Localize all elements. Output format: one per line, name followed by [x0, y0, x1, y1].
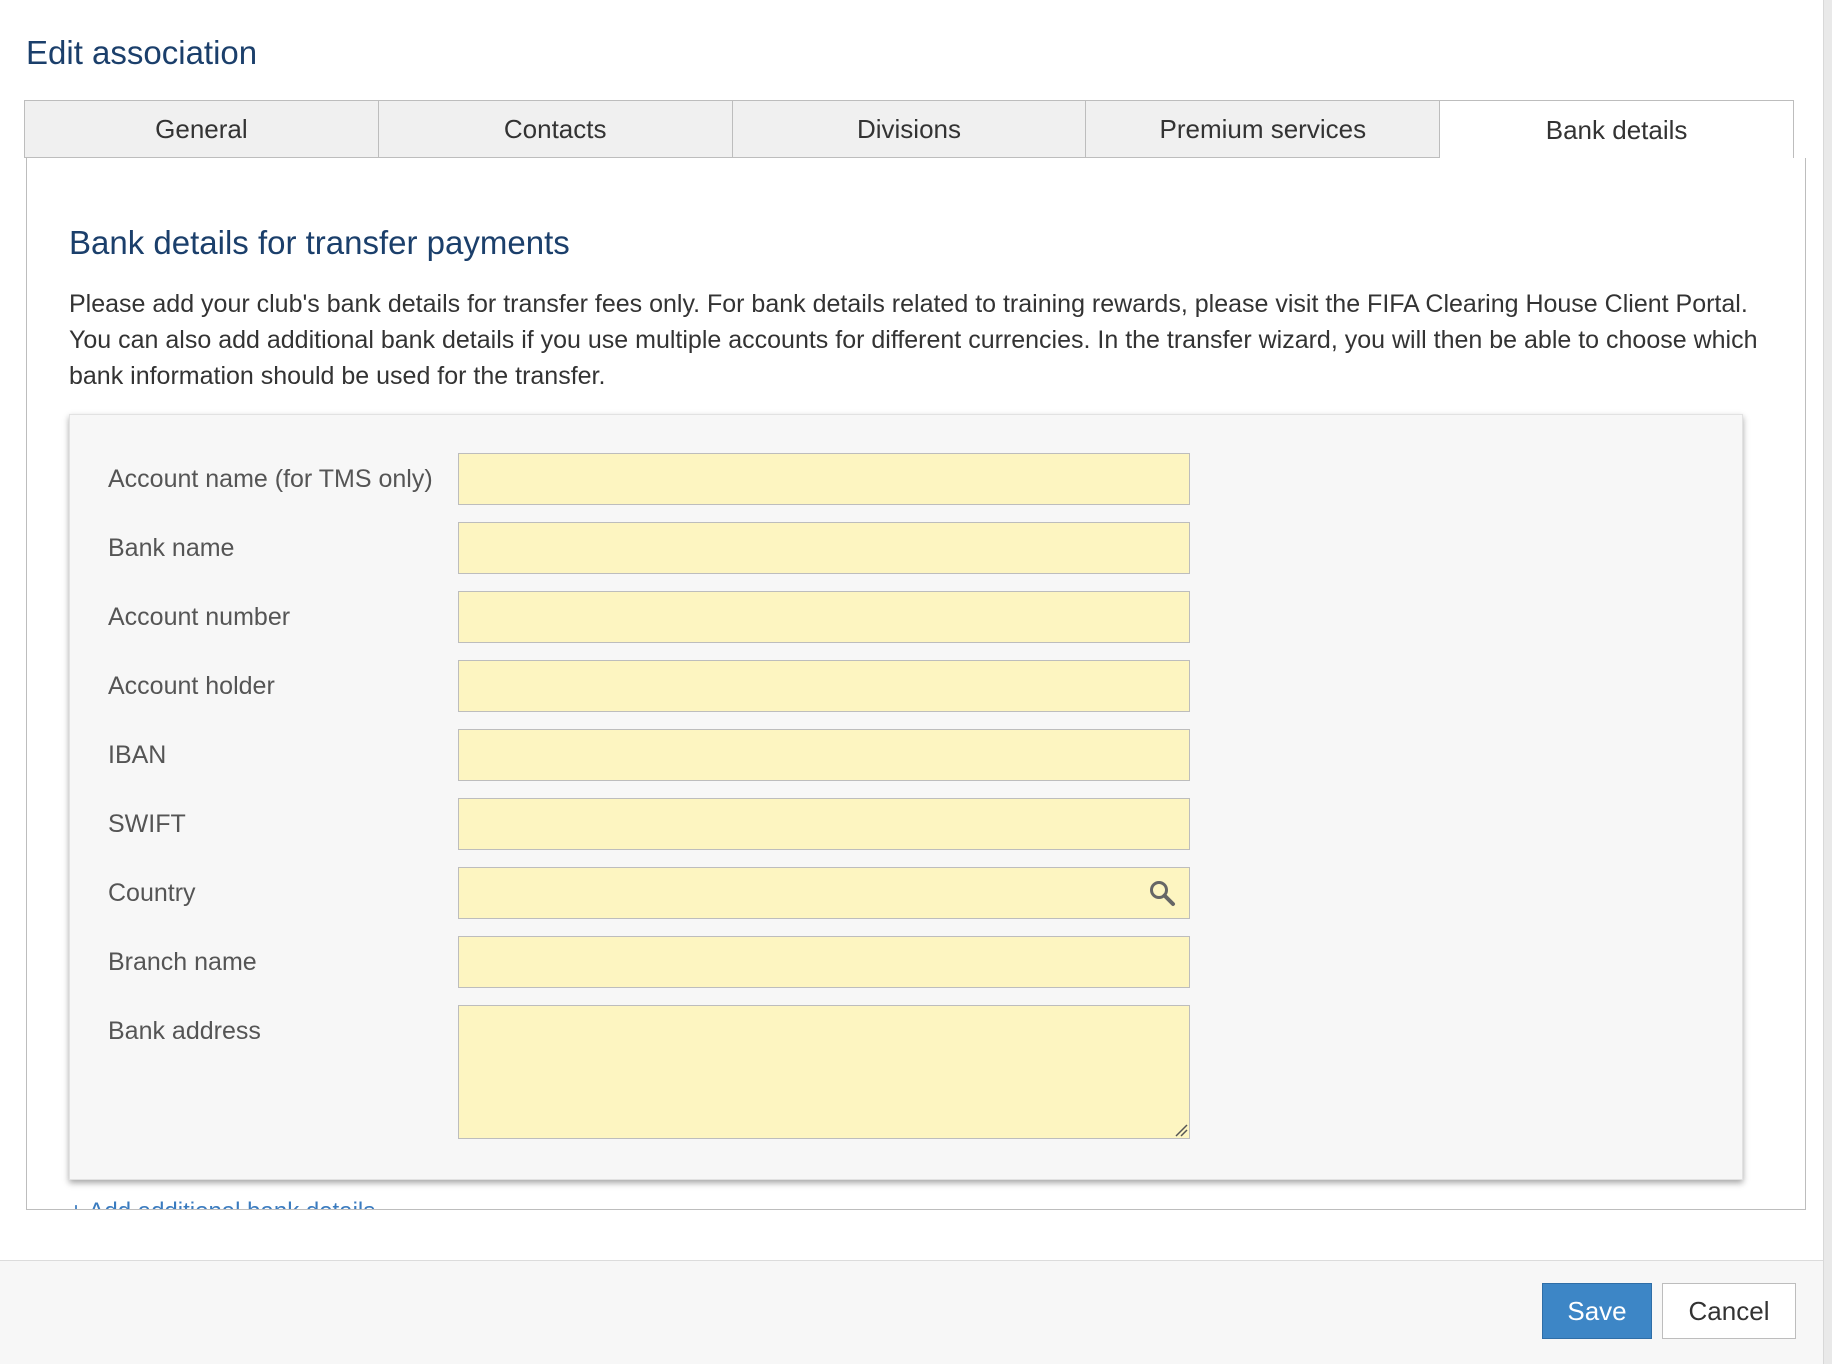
bank-name-input[interactable]	[458, 522, 1190, 574]
account-number-input[interactable]	[458, 591, 1190, 643]
bank-address-label: Bank address	[108, 1017, 261, 1045]
save-button[interactable]: Save	[1542, 1283, 1652, 1339]
country-input[interactable]	[458, 867, 1190, 919]
tab-premium-services[interactable]: Premium services	[1085, 100, 1440, 158]
form-row-account-number: Account number	[70, 591, 1742, 643]
form-row-account-holder: Account holder	[70, 660, 1742, 712]
branch-name-input[interactable]	[458, 936, 1190, 988]
bank-address-textarea[interactable]	[458, 1005, 1190, 1139]
iban-label: IBAN	[108, 741, 167, 769]
resize-handle-icon[interactable]	[1174, 1123, 1188, 1137]
account-name-label: Account name (for TMS only)	[108, 465, 433, 493]
tab-general[interactable]: General	[24, 100, 378, 158]
account-holder-input[interactable]	[458, 660, 1190, 712]
form-row-iban: IBAN	[70, 729, 1742, 781]
tab-contacts[interactable]: Contacts	[377, 100, 732, 158]
form-row-swift: SWIFT	[70, 798, 1742, 850]
search-icon[interactable]	[1148, 879, 1176, 907]
bank-name-label: Bank name	[108, 534, 235, 562]
branch-name-label: Branch name	[108, 948, 257, 976]
dialog-title: Edit association	[26, 34, 258, 71]
edit-association-dialog: Edit association General Contacts Divisi…	[0, 0, 1832, 1364]
swift-input[interactable]	[458, 798, 1190, 850]
account-holder-label: Account holder	[108, 672, 275, 700]
account-number-label: Account number	[108, 603, 291, 631]
form-row-country: Country	[70, 867, 1742, 919]
account-name-input[interactable]	[458, 453, 1190, 505]
tab-bank-details[interactable]: Bank details	[1439, 100, 1794, 160]
add-additional-bank-details-link[interactable]: + Add additional bank details	[69, 1198, 375, 1209]
section-description: Please add your club's bank details for …	[69, 290, 1758, 390]
form-row-branch-name: Branch name	[70, 936, 1742, 988]
iban-input[interactable]	[458, 729, 1190, 781]
tab-divisions[interactable]: Divisions	[731, 100, 1086, 158]
form-row-bank-address: Bank address	[70, 1005, 1742, 1139]
swift-label: SWIFT	[108, 810, 186, 838]
section-title: Bank details for transfer payments	[69, 224, 570, 261]
country-label: Country	[108, 879, 196, 907]
form-row-account-name: Account name (for TMS only)	[70, 453, 1742, 505]
cancel-button[interactable]: Cancel	[1662, 1283, 1796, 1339]
dialog-footer: Save Cancel	[0, 1260, 1824, 1364]
bank-details-form: Account name (for TMS only) Bank name Ac…	[69, 414, 1743, 1180]
tab-bar: General Contacts Divisions Premium servi…	[24, 100, 1794, 160]
bank-details-panel: Bank details for transfer payments Pleas…	[26, 158, 1806, 1210]
form-row-bank-name: Bank name	[70, 522, 1742, 574]
page-scrollbar[interactable]	[1823, 0, 1832, 1364]
